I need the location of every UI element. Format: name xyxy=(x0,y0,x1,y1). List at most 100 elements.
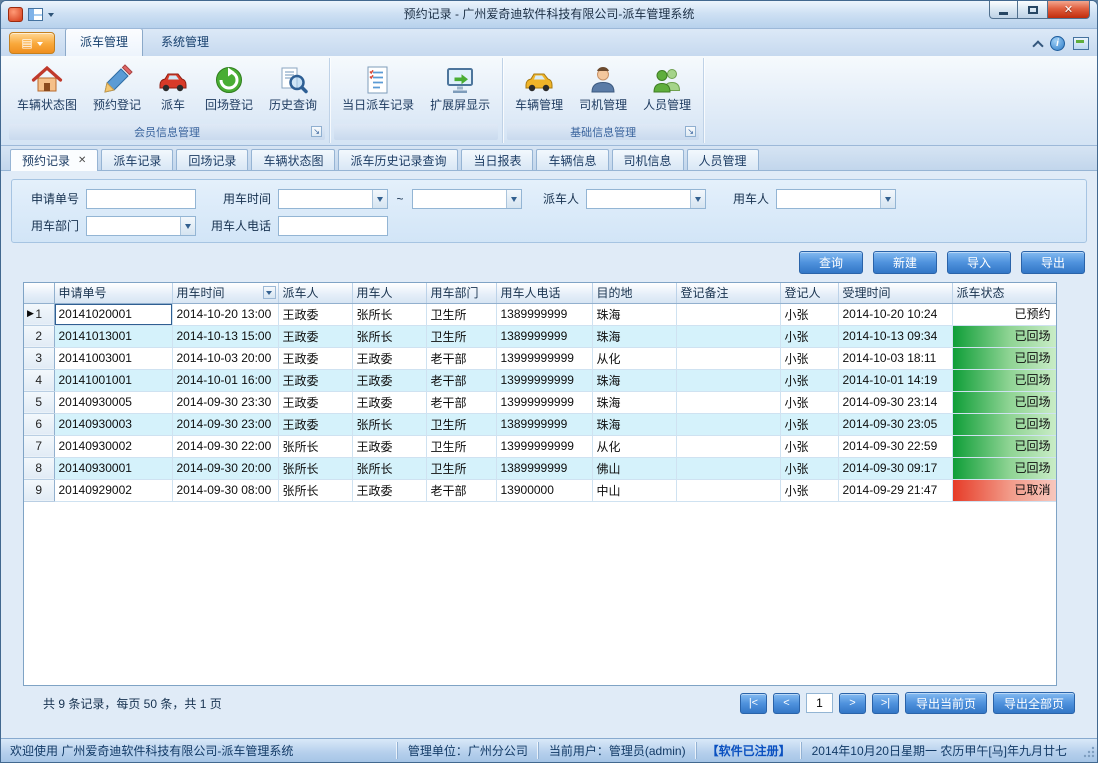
cell-remark[interactable] xyxy=(676,435,780,457)
doc-tab-driver-info[interactable]: 司机信息 xyxy=(612,149,684,170)
cell-dispatcher[interactable]: 王政委 xyxy=(278,413,352,435)
cell-dept[interactable]: 卫生所 xyxy=(426,457,496,479)
cell-phone[interactable]: 1389999999 xyxy=(496,303,592,325)
grid-row[interactable]: 2201410130012014-10-13 15:00王政委张所长卫生所138… xyxy=(24,325,1056,347)
cell-registrar[interactable]: 小张 xyxy=(780,325,838,347)
first-page-button[interactable]: |< xyxy=(740,693,767,714)
cell-order-no[interactable]: 20140929002 xyxy=(54,479,172,501)
dispatcher-combo[interactable] xyxy=(586,189,706,209)
cell-phone[interactable]: 1389999999 xyxy=(496,457,592,479)
column-header-phone[interactable]: 用车人电话 xyxy=(496,283,592,303)
cell-use-time[interactable]: 2014-10-20 13:00 xyxy=(172,303,278,325)
user-combo[interactable] xyxy=(776,189,896,209)
cell-registrar[interactable]: 小张 xyxy=(780,347,838,369)
cell-status[interactable]: 已预约 xyxy=(952,303,1056,325)
close-tab-icon[interactable] xyxy=(78,156,86,166)
cell-accept-time[interactable]: 2014-09-29 21:47 xyxy=(838,479,952,501)
ribbon-tab-dispatch[interactable]: 派车管理 xyxy=(65,28,143,56)
cell-registrar[interactable]: 小张 xyxy=(780,435,838,457)
license-status-link[interactable]: 【软件已注册】 xyxy=(696,742,801,759)
doc-tab-dispatch-history-query[interactable]: 派车历史记录查询 xyxy=(338,149,458,170)
column-header-accept-time[interactable]: 受理时间 xyxy=(838,283,952,303)
cell-dispatcher[interactable]: 王政委 xyxy=(278,369,352,391)
cell-dept[interactable]: 老干部 xyxy=(426,347,496,369)
cell-user[interactable]: 王政委 xyxy=(352,435,426,457)
cell-dispatcher[interactable]: 王政委 xyxy=(278,303,352,325)
doc-tab-reservation-records[interactable]: 预约记录 xyxy=(10,149,98,171)
cell-status[interactable]: 已回场 xyxy=(952,435,1056,457)
extended-screen-button[interactable]: 扩展屏显示 xyxy=(422,60,498,122)
cell-order-no[interactable]: 20140930002 xyxy=(54,435,172,457)
cell-use-time[interactable]: 2014-09-30 22:00 xyxy=(172,435,278,457)
phone-input[interactable] xyxy=(278,216,388,236)
time-to-combo[interactable] xyxy=(412,189,522,209)
cell-destination[interactable]: 珠海 xyxy=(592,391,676,413)
cell-destination[interactable]: 珠海 xyxy=(592,413,676,435)
cell-registrar[interactable]: 小张 xyxy=(780,303,838,325)
cell-use-time[interactable]: 2014-09-30 23:00 xyxy=(172,413,278,435)
grid-row[interactable]: 4201410010012014-10-01 16:00王政委王政委老干部139… xyxy=(24,369,1056,391)
cell-accept-time[interactable]: 2014-10-20 10:24 xyxy=(838,303,952,325)
cell-order-no[interactable]: 20141001001 xyxy=(54,369,172,391)
cell-user[interactable]: 张所长 xyxy=(352,457,426,479)
personnel-management-button[interactable]: 人员管理 xyxy=(635,60,699,122)
cell-phone[interactable]: 1389999999 xyxy=(496,325,592,347)
cell-use-time[interactable]: 2014-10-03 20:00 xyxy=(172,347,278,369)
doc-tab-vehicle-info[interactable]: 车辆信息 xyxy=(536,149,608,170)
cell-registrar[interactable]: 小张 xyxy=(780,369,838,391)
cell-destination[interactable]: 珠海 xyxy=(592,369,676,391)
driver-management-button[interactable]: 司机管理 xyxy=(571,60,635,122)
export-current-page-button[interactable]: 导出当前页 xyxy=(905,692,987,714)
cell-dept[interactable]: 卫生所 xyxy=(426,435,496,457)
cell-accept-time[interactable]: 2014-09-30 09:17 xyxy=(838,457,952,479)
cell-phone[interactable]: 13999999999 xyxy=(496,391,592,413)
chevron-down-icon[interactable] xyxy=(506,190,521,208)
cell-dept[interactable]: 卫生所 xyxy=(426,303,496,325)
cell-phone[interactable]: 13999999999 xyxy=(496,347,592,369)
chevron-down-icon[interactable] xyxy=(690,190,705,208)
cell-user[interactable]: 王政委 xyxy=(352,369,426,391)
collapse-ribbon-icon[interactable] xyxy=(1032,40,1043,51)
skin-icon[interactable] xyxy=(1073,37,1089,50)
application-menu-button[interactable] xyxy=(9,32,55,54)
column-header-user[interactable]: 用车人 xyxy=(352,283,426,303)
cell-user[interactable]: 张所长 xyxy=(352,413,426,435)
cell-remark[interactable] xyxy=(676,479,780,501)
cell-destination[interactable]: 从化 xyxy=(592,435,676,457)
doc-tab-dispatch-records[interactable]: 派车记录 xyxy=(101,149,173,170)
cell-use-time[interactable]: 2014-09-30 08:00 xyxy=(172,479,278,501)
grid-row[interactable]: 5201409300052014-09-30 23:30王政委王政委老干部139… xyxy=(24,391,1056,413)
cell-dispatcher[interactable]: 王政委 xyxy=(278,325,352,347)
cell-status[interactable]: 已回场 xyxy=(952,457,1056,479)
dispatch-vehicle-button[interactable]: 派车 xyxy=(149,60,197,122)
cell-use-time[interactable]: 2014-09-30 20:00 xyxy=(172,457,278,479)
chevron-down-icon[interactable] xyxy=(372,190,387,208)
cell-registrar[interactable]: 小张 xyxy=(780,413,838,435)
dept-combo[interactable] xyxy=(86,216,196,236)
cell-accept-time[interactable]: 2014-09-30 23:05 xyxy=(838,413,952,435)
cell-phone[interactable]: 1389999999 xyxy=(496,413,592,435)
cell-accept-time[interactable]: 2014-09-30 23:14 xyxy=(838,391,952,413)
cell-dispatcher[interactable]: 王政委 xyxy=(278,391,352,413)
order-no-input[interactable] xyxy=(86,189,196,209)
dialog-launcher-icon[interactable] xyxy=(685,126,696,137)
column-header-use-time[interactable]: 用车时间 xyxy=(172,283,278,303)
cell-order-no[interactable]: 20140930005 xyxy=(54,391,172,413)
export-all-pages-button[interactable]: 导出全部页 xyxy=(993,692,1075,714)
chevron-down-icon[interactable] xyxy=(880,190,895,208)
cell-use-time[interactable]: 2014-10-01 16:00 xyxy=(172,369,278,391)
grid-row[interactable]: 6201409300032014-09-30 23:00王政委张所长卫生所138… xyxy=(24,413,1056,435)
cell-user[interactable]: 王政委 xyxy=(352,347,426,369)
history-query-button[interactable]: 历史查询 xyxy=(261,60,325,122)
dialog-launcher-icon[interactable] xyxy=(311,126,322,137)
resize-grip[interactable] xyxy=(1079,742,1095,758)
grid-row[interactable]: 8201409300012014-09-30 20:00张所长张所长卫生所138… xyxy=(24,457,1056,479)
cell-destination[interactable]: 佛山 xyxy=(592,457,676,479)
cell-status[interactable]: 已取消 xyxy=(952,479,1056,501)
vehicle-status-map-button[interactable]: 车辆状态图 xyxy=(9,60,85,122)
cell-accept-time[interactable]: 2014-10-03 18:11 xyxy=(838,347,952,369)
minimize-button[interactable] xyxy=(989,1,1018,19)
today-dispatch-records-button[interactable]: 当日派车记录 xyxy=(334,60,422,122)
chevron-down-icon[interactable] xyxy=(48,13,54,20)
cell-user[interactable]: 张所长 xyxy=(352,303,426,325)
